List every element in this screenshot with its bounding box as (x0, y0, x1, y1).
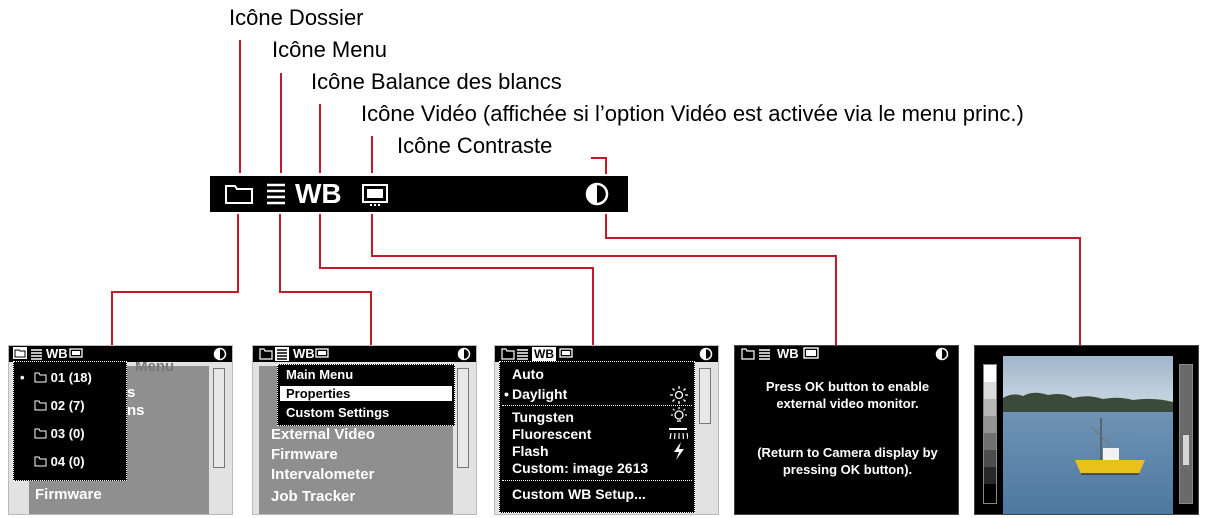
wb-option-daylight[interactable]: Daylight (512, 386, 567, 402)
camera-icon-bar: WB (210, 176, 628, 212)
video-message: Press OK button to enable external video… (765, 379, 930, 411)
folder-icon (34, 400, 47, 411)
screen-contrast (974, 345, 1199, 515)
wb-option-custom[interactable]: Custom: image 2613 (512, 460, 648, 476)
white-balance-icon[interactable]: WB (295, 179, 342, 209)
fluorescent-icon (669, 428, 688, 440)
screen-white-balance: WB Auto • Daylight Tungsten Fluorescent … (494, 345, 719, 515)
menu-icon (759, 349, 770, 360)
wb-option-tungsten[interactable]: Tungsten (512, 409, 574, 425)
tungsten-bulb-icon (671, 407, 687, 422)
status-bar: WB (253, 346, 476, 362)
folder-icon (34, 428, 47, 439)
folder-icon (259, 348, 273, 360)
contrast-slider-track[interactable] (1179, 364, 1193, 504)
divider (502, 405, 692, 406)
menu-item-firmware[interactable]: Firmware (271, 446, 338, 463)
preview-photo (1003, 356, 1173, 514)
folder-list-popup: • 01 (18) 02 (7) 03 (0) 04 (0) (13, 361, 127, 481)
menu-icon (275, 347, 289, 361)
contrast-icon (935, 347, 949, 361)
folder-icon (13, 347, 27, 359)
folder-item-active-bullet: • (20, 370, 25, 385)
wb-popup: Auto • Daylight Tungsten Fluorescent Fla… (499, 361, 695, 513)
leader-contrast (591, 157, 607, 174)
wb-label: WB (46, 346, 68, 361)
sun-icon (670, 386, 688, 404)
wb-option-selected-bullet: • (504, 386, 509, 402)
divider (502, 480, 692, 481)
menu-item-external-video[interactable]: External Video (271, 426, 375, 443)
menu-icon[interactable] (266, 182, 286, 206)
screen-folder: Menu s ns Firmware WB • 01 (18) 02 (7) 0… (8, 345, 233, 515)
folder-item-04[interactable]: 04 (0) (34, 454, 85, 469)
connector-folder (111, 214, 239, 345)
screen-menu: External Video Firmware Intervalometer J… (252, 345, 477, 515)
contrast-slider-handle[interactable] (1183, 435, 1189, 465)
video-return-note: (Return to Camera display by pressing OK… (757, 445, 938, 477)
scrollbar[interactable] (699, 368, 711, 424)
menu-icon (517, 349, 528, 360)
connector-wb (319, 214, 594, 345)
screen-video: WB Press OK button to enable external vi… (734, 345, 959, 515)
wb-option-fluorescent[interactable]: Fluorescent (512, 426, 591, 442)
connector-menu (279, 214, 372, 345)
folder-icon (501, 348, 515, 360)
wb-label: WB (777, 346, 799, 361)
wb-label-selected: WB (532, 347, 556, 361)
menu-item-job-tracker[interactable]: Job Tracker (271, 488, 355, 505)
connector-video (371, 214, 837, 345)
wb-option-flash[interactable]: Flash (512, 443, 549, 459)
menu-option-properties[interactable]: Properties (280, 386, 452, 401)
folder-item-01[interactable]: 01 (18) (34, 370, 92, 385)
treeline-shape (1003, 392, 1173, 414)
video-icon (559, 348, 573, 358)
contrast-icon[interactable] (584, 181, 610, 207)
contrast-gray-scale (983, 364, 997, 504)
scrollbar[interactable] (213, 368, 225, 468)
status-bar: WB (495, 346, 718, 362)
contrast-icon (213, 347, 227, 361)
boat-shape (1075, 418, 1145, 475)
contrast-icon (699, 347, 713, 361)
folder-icon[interactable] (224, 183, 254, 205)
folder-icon (741, 348, 755, 360)
video-icon (803, 347, 819, 359)
contrast-icon (457, 347, 471, 361)
status-bar: WB (735, 346, 958, 362)
status-bar: WB (9, 346, 232, 362)
video-icon (69, 348, 83, 358)
video-icon[interactable] (361, 183, 389, 207)
scrollbar[interactable] (457, 368, 469, 468)
wb-label: WB (293, 346, 315, 361)
behind-item: Firmware (35, 486, 102, 503)
folder-icon (34, 456, 47, 467)
folder-item-03[interactable]: 03 (0) (34, 426, 85, 441)
connector-contrast (605, 214, 1081, 345)
custom-wb-setup-button[interactable]: Custom WB Setup... (512, 486, 646, 502)
behind-item: s (127, 384, 136, 401)
menu-option-custom-settings[interactable]: Custom Settings (286, 405, 389, 420)
wb-option-auto[interactable]: Auto (512, 366, 544, 382)
menu-popup: Main Menu Properties Custom Settings (277, 364, 455, 426)
menu-item-intervalometer[interactable]: Intervalometer (271, 466, 374, 483)
menu-icon (31, 349, 42, 360)
folder-icon (34, 372, 47, 383)
menu-option-main-menu[interactable]: Main Menu (286, 367, 353, 382)
video-icon (315, 348, 329, 358)
flash-icon (674, 442, 684, 460)
behind-item: ns (127, 402, 145, 419)
folder-item-02[interactable]: 02 (7) (34, 398, 85, 413)
